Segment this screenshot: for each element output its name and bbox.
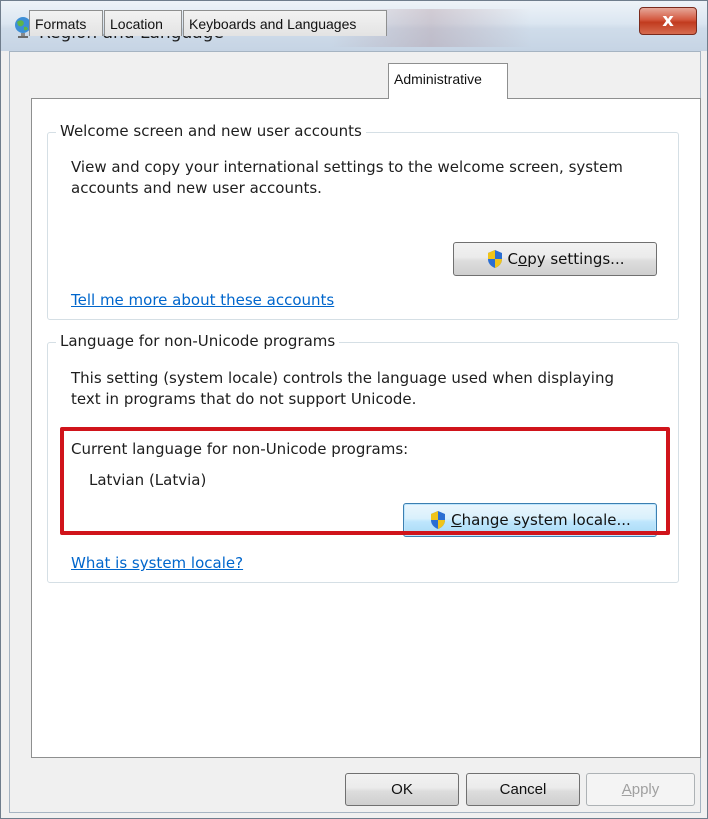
tab-label: Formats [35,16,87,32]
tab-label: Administrative [394,71,482,87]
apply-button[interactable]: Apply [586,773,695,806]
ok-label: OK [391,781,413,798]
tab-label: Location [110,16,163,32]
apply-label-post: pply [631,781,660,798]
cancel-label: Cancel [499,781,547,798]
tab-label: Keyboards and Languages [189,16,357,32]
tab-administrative[interactable]: Administrative [388,63,508,99]
what-is-system-locale-link[interactable]: What is system locale? [71,554,243,572]
tab-location[interactable]: Location [104,10,182,36]
non-unicode-group-title: Language for non-Unicode programs [56,332,340,350]
copy-settings-label-pre: C [507,250,518,268]
apply-access-key: A [621,781,632,798]
copy-settings-button[interactable]: Co py settings... [453,242,657,276]
welcome-description-line1: View and copy your international setting… [71,158,623,176]
welcome-description-line2: accounts and new user accounts. [71,179,322,197]
uac-shield-icon [487,250,502,268]
non-unicode-description-line2: text in programs that do not support Uni… [71,390,417,408]
non-unicode-description-line1: This setting (system locale) controls th… [71,369,614,387]
cancel-button[interactable]: Cancel [466,773,580,806]
tell-me-more-link[interactable]: Tell me more about these accounts [71,291,334,309]
tab-formats[interactable]: Formats [29,10,103,36]
copy-settings-access-key: o [518,250,528,268]
welcome-group-title: Welcome screen and new user accounts [56,122,366,140]
region-language-window: Region and Language x Formats Location K… [0,0,708,819]
ok-button[interactable]: OK [345,773,459,806]
close-button[interactable]: x [639,7,697,35]
copy-settings-label-post: py settings... [527,250,625,268]
tab-keyboards-languages[interactable]: Keyboards and Languages [183,10,387,36]
highlight-annotation-box [60,427,670,535]
close-icon: x [662,10,674,31]
